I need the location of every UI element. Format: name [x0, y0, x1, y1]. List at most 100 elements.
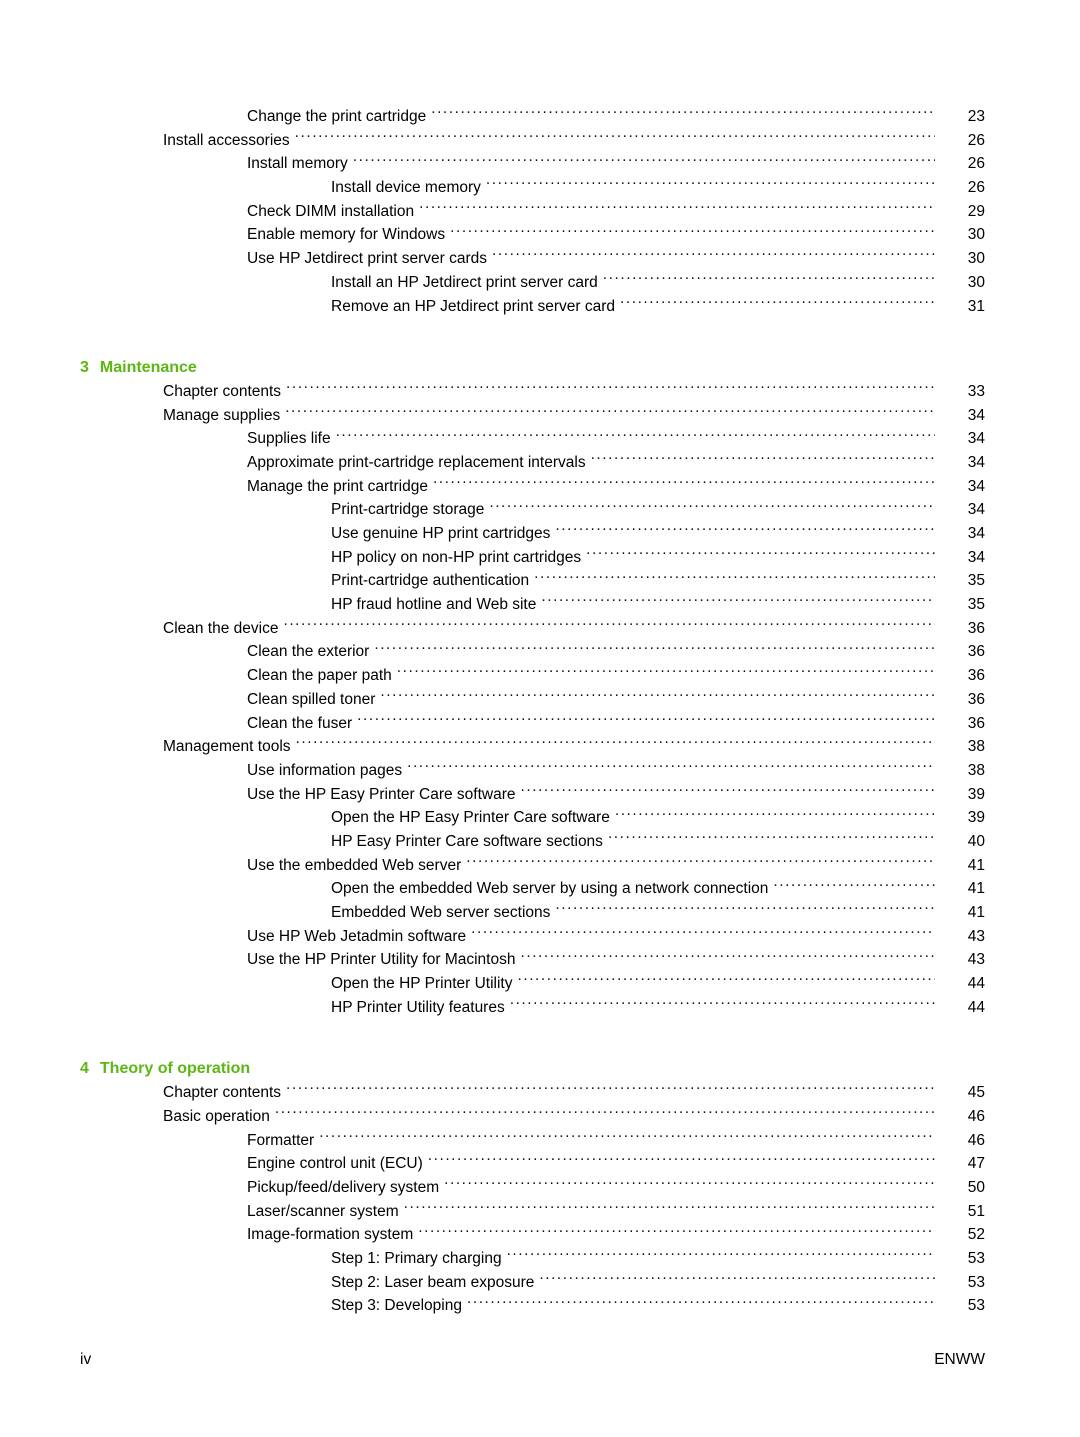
- toc-entry[interactable]: Use genuine HP print cartridges 34: [0, 522, 1080, 546]
- toc-entry-label: Install device memory: [331, 179, 481, 197]
- toc-entry-label: Manage the print cartridge: [247, 477, 428, 495]
- dot-leader: [521, 783, 936, 799]
- toc-entry-label: Supplies life: [247, 430, 331, 448]
- toc-entry[interactable]: Install memory 26: [0, 152, 1080, 176]
- dot-leader: [397, 665, 935, 681]
- toc-entry-label: Clean the exterior: [247, 643, 370, 661]
- toc-entry-label: Pickup/feed/delivery system: [247, 1178, 440, 1196]
- toc-entry-page-number: 26: [967, 179, 985, 197]
- toc-entry-label: Remove an HP Jetdirect print server card: [331, 297, 615, 315]
- toc-entry[interactable]: Management tools 38: [0, 735, 1080, 759]
- toc-entry-page-number: 38: [967, 738, 985, 756]
- toc-entry-page-number: 38: [967, 761, 985, 779]
- toc-entry-page-number: 40: [967, 832, 985, 850]
- toc-entry[interactable]: Install an HP Jetdirect print server car…: [0, 271, 1080, 295]
- toc-entry-label: Use the embedded Web server: [247, 856, 462, 874]
- toc-entry-page-number: 44: [967, 975, 985, 993]
- toc-entry[interactable]: Step 2: Laser beam exposure 53: [0, 1271, 1080, 1295]
- dot-leader: [380, 688, 935, 704]
- toc-entry-page-number: 34: [967, 501, 985, 519]
- dot-leader: [404, 1200, 935, 1216]
- toc-entry-page-number: 34: [967, 525, 985, 542]
- dot-leader: [486, 177, 935, 193]
- toc-entry[interactable]: Clean the device 36: [0, 617, 1080, 641]
- toc-entry[interactable]: Open the HP Easy Printer Care software 39: [0, 806, 1080, 830]
- toc-entry[interactable]: Use HP Web Jetadmin software 43: [0, 925, 1080, 949]
- toc-entry[interactable]: Laser/scanner system 51: [0, 1200, 1080, 1224]
- dot-leader: [433, 475, 935, 491]
- toc-entry[interactable]: Use the HP Easy Printer Care software 39: [0, 783, 1080, 807]
- toc-entry[interactable]: Chapter contents 33: [0, 380, 1080, 404]
- toc-entry-label: Chapter contents: [163, 382, 282, 400]
- toc-entry[interactable]: Formatter 46: [0, 1129, 1080, 1153]
- toc-entry-label: Step 2: Laser beam exposure: [331, 1273, 535, 1291]
- toc-entry-page-number: 51: [967, 1202, 985, 1220]
- toc-entry-page-number: 29: [967, 202, 985, 220]
- toc-entry[interactable]: Print-cartridge authentication 35: [0, 569, 1080, 593]
- toc-entry[interactable]: Remove an HP Jetdirect print server card…: [0, 295, 1080, 319]
- toc-entry-label: HP Printer Utility features: [331, 998, 505, 1016]
- toc-entry-page-number: 45: [967, 1084, 985, 1102]
- toc-entry-page-number: 53: [967, 1297, 985, 1315]
- chapter-number: 4: [80, 1060, 89, 1078]
- toc-entry-page-number: 30: [967, 273, 985, 291]
- toc-entry[interactable]: Approximate print-cartridge replacement …: [0, 451, 1080, 475]
- toc-entry[interactable]: Use the HP Printer Utility for Macintosh…: [0, 948, 1080, 972]
- dot-leader: [591, 451, 935, 467]
- toc-entry[interactable]: Step 3: Developing 53: [0, 1294, 1080, 1318]
- toc-entry-page-number: 41: [967, 856, 985, 874]
- toc-entry[interactable]: Embedded Web server sections 41: [0, 901, 1080, 925]
- toc-entry-label: Approximate print-cartridge replacement …: [247, 453, 586, 471]
- dot-leader: [539, 1271, 935, 1287]
- dot-leader: [555, 523, 935, 539]
- toc-entry[interactable]: Pickup/feed/delivery system 50: [0, 1176, 1080, 1200]
- toc-entry[interactable]: Print-cartridge storage 34: [0, 498, 1080, 522]
- toc-entry[interactable]: Manage supplies 34: [0, 404, 1080, 428]
- toc-entry-label: Use the HP Easy Printer Care software: [247, 785, 516, 803]
- toc-entry-label: Manage supplies: [163, 406, 281, 424]
- toc-entry[interactable]: Engine control unit (ECU) 47: [0, 1152, 1080, 1176]
- dot-leader: [510, 996, 935, 1012]
- toc-entry[interactable]: Basic operation 46: [0, 1105, 1080, 1129]
- toc-entry[interactable]: Chapter contents 45: [0, 1081, 1080, 1105]
- dot-leader: [450, 224, 935, 240]
- toc-entry-page-number: 53: [967, 1249, 985, 1267]
- toc-entry-page-number: 36: [967, 643, 985, 661]
- footer-locale-code: ENWW: [934, 1351, 985, 1368]
- toc-entry[interactable]: Use HP Jetdirect print server cards 30: [0, 247, 1080, 271]
- toc-entry[interactable]: Clean the fuser 36: [0, 712, 1080, 736]
- toc-entry-label: Use genuine HP print cartridges: [331, 525, 551, 542]
- toc-entry[interactable]: Step 1: Primary charging 53: [0, 1247, 1080, 1271]
- dot-leader: [517, 973, 935, 989]
- toc-entry[interactable]: Supplies life 34: [0, 427, 1080, 451]
- toc-entry[interactable]: HP fraud hotline and Web site 35: [0, 593, 1080, 617]
- dot-leader: [428, 1153, 935, 1169]
- toc-entry-label: Check DIMM installation: [247, 202, 415, 220]
- dot-leader: [283, 617, 935, 633]
- toc-entry[interactable]: Use information pages 38: [0, 759, 1080, 783]
- toc-entry[interactable]: Install device memory 26: [0, 176, 1080, 200]
- toc-entry[interactable]: HP Easy Printer Care software sections 40: [0, 830, 1080, 854]
- toc-entry[interactable]: Use the embedded Web server 41: [0, 854, 1080, 878]
- toc-entry[interactable]: Install accessories 26: [0, 129, 1080, 153]
- toc-entry-label: Formatter: [247, 1131, 315, 1149]
- toc-entry[interactable]: Clean the paper path 36: [0, 664, 1080, 688]
- dot-leader: [295, 129, 935, 145]
- toc-entry[interactable]: Enable memory for Windows 30: [0, 223, 1080, 247]
- toc-entry[interactable]: Open the embedded Web server by using a …: [0, 877, 1080, 901]
- toc-entry[interactable]: Manage the print cartridge 34: [0, 475, 1080, 499]
- toc-entry[interactable]: HP Printer Utility features 44: [0, 996, 1080, 1020]
- toc-entry[interactable]: Clean the exterior 36: [0, 640, 1080, 664]
- toc-entry[interactable]: Change the print cartridge 23: [0, 105, 1080, 129]
- chapter-number: 3: [80, 359, 89, 377]
- page-footer: iv ENWW: [0, 1348, 1080, 1372]
- toc-entry[interactable]: HP policy on non-HP print cartridges 34: [0, 546, 1080, 570]
- toc-entry-label: Step 3: Developing: [331, 1297, 462, 1315]
- toc-entry[interactable]: Clean spilled toner 36: [0, 688, 1080, 712]
- toc-entry[interactable]: Check DIMM installation 29: [0, 200, 1080, 224]
- toc-entry[interactable]: Open the HP Printer Utility 44: [0, 972, 1080, 996]
- toc-entry[interactable]: Image-formation system 52: [0, 1223, 1080, 1247]
- dot-leader: [336, 428, 935, 444]
- toc-entry-label: Install memory: [247, 155, 348, 173]
- footer-page-number: iv: [80, 1351, 92, 1368]
